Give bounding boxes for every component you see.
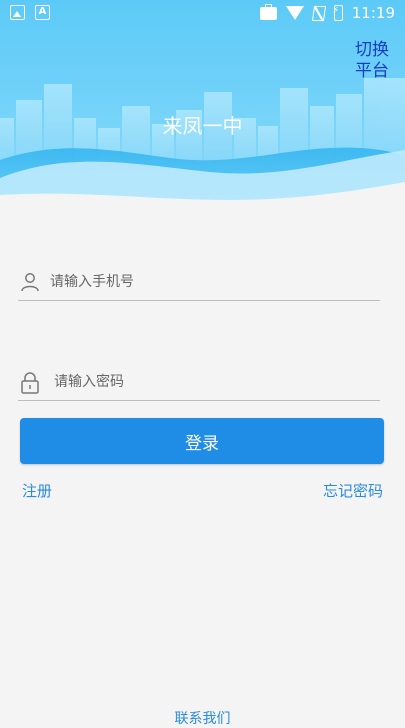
- login-button[interactable]: 登录: [20, 418, 384, 464]
- phone-input[interactable]: [48, 268, 372, 296]
- no-signal-icon: [311, 5, 326, 21]
- password-input[interactable]: [52, 368, 376, 396]
- image-icon: [10, 5, 25, 20]
- register-link[interactable]: 注册: [22, 480, 52, 501]
- clock: 11:19: [351, 4, 395, 22]
- switch-platform-button[interactable]: 切换 平台: [355, 40, 389, 82]
- page-title: 来凤一中: [162, 114, 243, 138]
- status-bar: A 11:19: [0, 0, 405, 28]
- phone-field: [18, 262, 380, 301]
- forgot-password-link[interactable]: 忘记密码: [323, 480, 383, 501]
- user-icon: [20, 272, 40, 296]
- lock-icon: [20, 372, 40, 398]
- battery-charging-icon: [333, 5, 343, 21]
- header-banner: 切换 平台 来凤一中: [0, 0, 405, 230]
- contact-us-link[interactable]: 联系我们: [0, 708, 405, 728]
- wifi-icon: [285, 6, 304, 20]
- briefcase-icon: [259, 3, 277, 20]
- password-field: [18, 362, 380, 401]
- a-icon: A: [35, 5, 50, 20]
